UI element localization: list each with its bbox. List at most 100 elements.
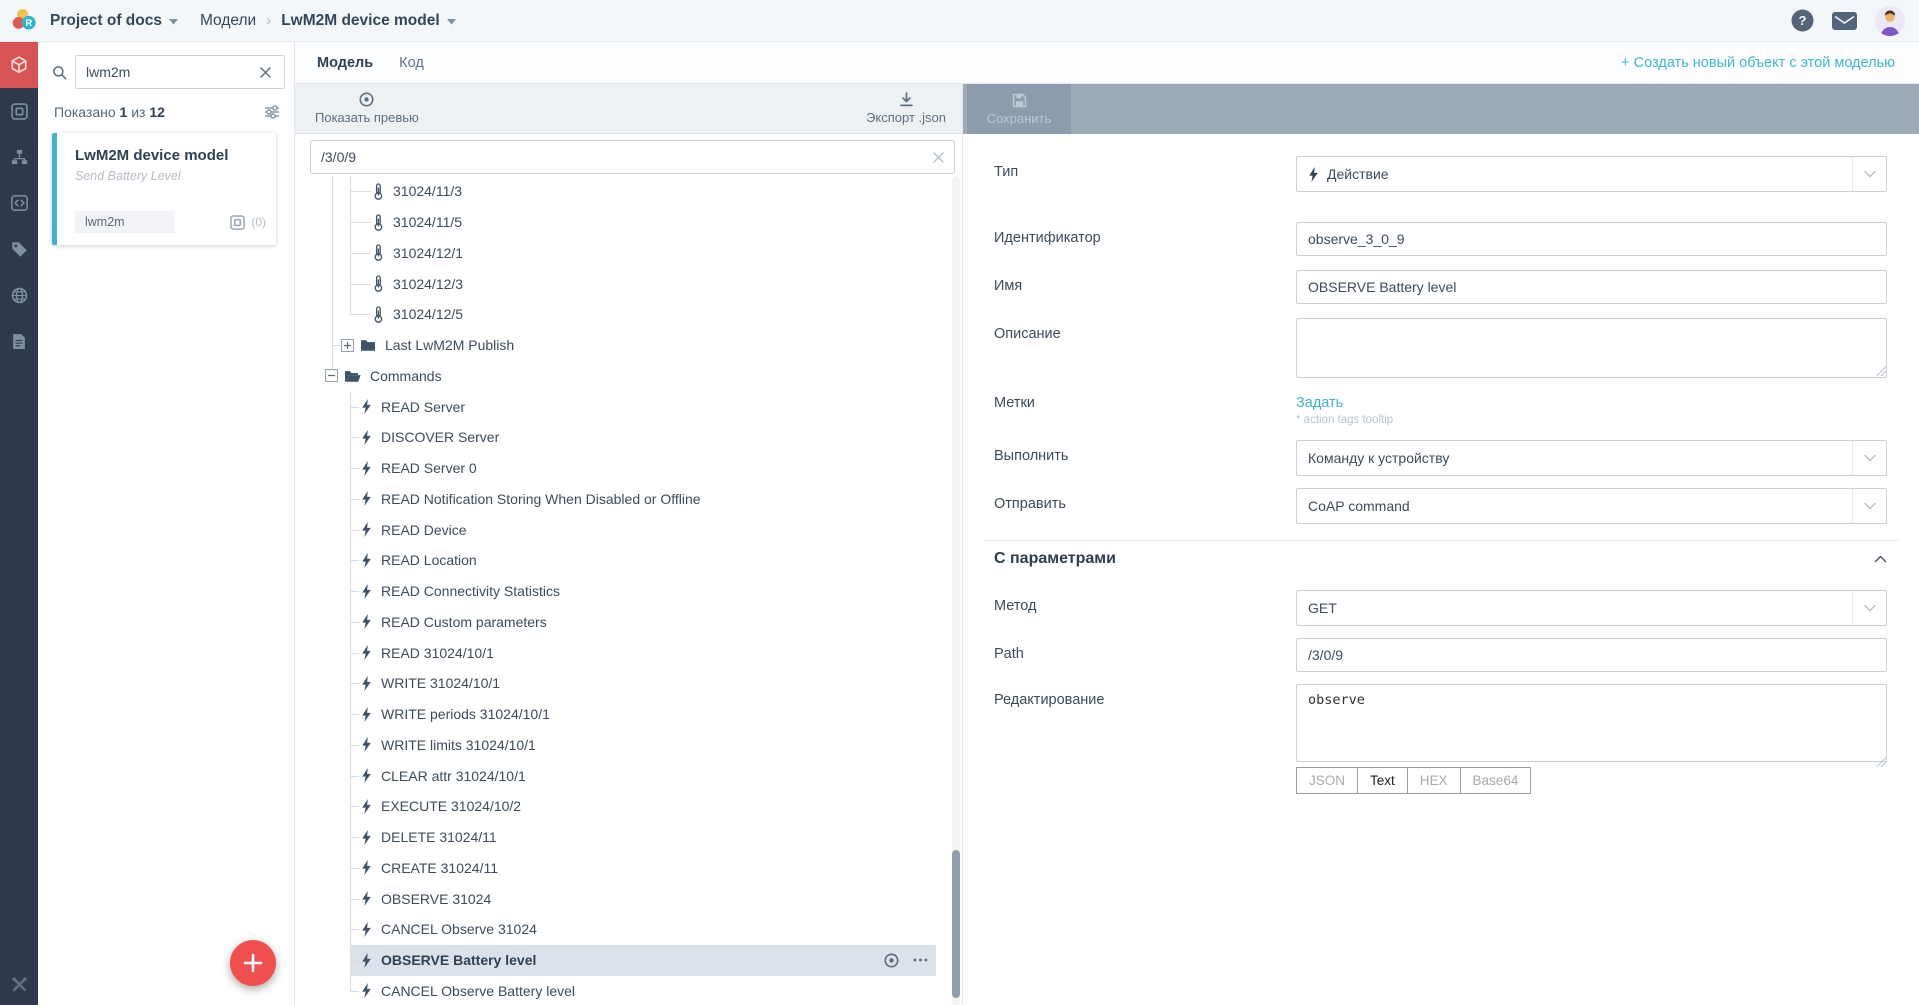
tree-item[interactable]: WRITE periods 31024/10/1: [295, 699, 936, 730]
format-tab-text[interactable]: Text: [1358, 767, 1408, 794]
chevron-down-icon: [1852, 489, 1886, 523]
bolt-icon: [1308, 167, 1319, 182]
tree-search-box: [310, 140, 955, 174]
sidebar-item-tags[interactable]: [0, 226, 38, 272]
breadcrumb-model[interactable]: LwM2M device model: [281, 12, 439, 30]
chevron-up-icon[interactable]: [1874, 555, 1887, 563]
caret-down-icon[interactable]: [169, 19, 178, 25]
sidebar-item-models[interactable]: [0, 42, 38, 88]
tree-item[interactable]: 31024/11/3: [295, 176, 936, 207]
scrollbar-track[interactable]: [952, 176, 960, 1005]
bolt-icon: [361, 645, 372, 660]
file-icon: [12, 333, 26, 350]
tree-item[interactable]: CANCEL Observe 31024: [295, 914, 936, 945]
tree-item-label: READ Device: [381, 522, 467, 538]
tree-item[interactable]: READ Custom parameters: [295, 607, 936, 638]
add-button[interactable]: [230, 940, 276, 986]
format-tab-base64[interactable]: Base64: [1461, 767, 1532, 794]
tree-item[interactable]: DISCOVER Server: [295, 422, 936, 453]
resize-handle[interactable]: [1876, 757, 1886, 767]
method-select[interactable]: GET: [1296, 590, 1887, 626]
caret-down-icon[interactable]: [447, 19, 456, 25]
sidebar-item-network[interactable]: [0, 272, 38, 318]
editing-textarea[interactable]: observe: [1296, 684, 1887, 762]
format-tab-hex[interactable]: HEX: [1408, 767, 1461, 794]
tree-item[interactable]: READ Device: [295, 514, 936, 545]
execute-select[interactable]: Команду к устройству: [1296, 440, 1887, 476]
tree-item[interactable]: 31024/12/3: [295, 268, 936, 299]
tree-search-input[interactable]: [311, 149, 933, 165]
save-icon: [1012, 93, 1027, 108]
type-select[interactable]: Действие: [1296, 156, 1887, 192]
tree-item[interactable]: CLEAR attr 31024/10/1: [295, 760, 936, 791]
tools-icon[interactable]: [11, 976, 28, 993]
tree-item[interactable]: Commands: [295, 361, 936, 392]
path-input[interactable]: [1296, 638, 1887, 672]
clear-search-icon[interactable]: [933, 152, 944, 163]
tree-item[interactable]: READ Location: [295, 545, 936, 576]
tab-model[interactable]: Модель: [317, 55, 373, 71]
models-search-input[interactable]: [76, 64, 246, 80]
send-select[interactable]: CoAP command: [1296, 488, 1887, 524]
create-object-link[interactable]: + Создать новый объект с этой моделью: [1621, 55, 1895, 71]
save-button[interactable]: Сохранить: [967, 84, 1071, 134]
sidebar-item-docs[interactable]: [0, 318, 38, 364]
tree-item[interactable]: WRITE 31024/10/1: [295, 668, 936, 699]
tree-item[interactable]: READ Connectivity Statistics: [295, 576, 936, 607]
show-preview-button[interactable]: Показать превью: [315, 92, 419, 125]
tab-code[interactable]: Код: [399, 55, 424, 71]
scrollbar-thumb[interactable]: [952, 850, 960, 998]
bolt-icon: [361, 522, 372, 537]
help-icon[interactable]: ?: [1791, 9, 1814, 32]
tree-item[interactable]: DELETE 31024/11: [295, 822, 936, 853]
model-card[interactable]: LwM2M device model Send Battery Level lw…: [52, 133, 276, 245]
filter-icon[interactable]: [264, 105, 280, 119]
ellipsis-icon: [913, 958, 928, 962]
sidebar-item-automation[interactable]: [0, 134, 38, 180]
tree-item[interactable]: WRITE limits 31024/10/1: [295, 730, 936, 761]
plus-icon: [243, 953, 263, 973]
tree-item[interactable]: OBSERVE 31024: [295, 883, 936, 914]
format-tab-json[interactable]: JSON: [1296, 767, 1358, 794]
bolt-icon: [361, 983, 372, 998]
name-input[interactable]: [1296, 270, 1887, 304]
bolt-icon: [361, 830, 372, 845]
description-textarea[interactable]: [1296, 318, 1887, 378]
folder-icon: [360, 338, 376, 352]
nav-sidebar: [0, 42, 38, 1005]
tree-item[interactable]: 31024/12/1: [295, 238, 936, 269]
tree-item[interactable]: READ Server 0: [295, 453, 936, 484]
tree-item-label: READ Location: [381, 552, 477, 568]
tree-item[interactable]: OBSERVE Battery level: [295, 945, 936, 976]
execute-label: Выполнить: [994, 440, 1296, 464]
tree-item[interactable]: Last LwM2M Publish: [295, 330, 936, 361]
tree-item[interactable]: READ 31024/10/1: [295, 637, 936, 668]
tree-item[interactable]: 31024/11/5: [295, 207, 936, 238]
tree-item[interactable]: CREATE 31024/11: [295, 853, 936, 884]
send-select-value: CoAP command: [1308, 498, 1410, 514]
sidebar-item-code[interactable]: [0, 180, 38, 226]
tree-item[interactable]: READ Server: [295, 391, 936, 422]
tree-item[interactable]: READ Notification Storing When Disabled …: [295, 484, 936, 515]
resize-handle[interactable]: [1876, 366, 1886, 376]
clear-search-icon[interactable]: [260, 67, 271, 78]
tree-item[interactable]: EXECUTE 31024/10/2: [295, 791, 936, 822]
bolt-icon: [361, 707, 372, 722]
sidebar-item-objects[interactable]: [0, 88, 38, 134]
tags-label: Метки: [994, 387, 1296, 411]
tree-item[interactable]: CANCEL Observe Battery level: [295, 976, 936, 1005]
identifier-input[interactable]: [1296, 222, 1887, 256]
bolt-icon: [361, 584, 372, 599]
tree-item-label: Last LwM2M Publish: [385, 337, 514, 353]
objects-count-icon[interactable]: [230, 215, 245, 230]
export-json-button[interactable]: Экспорт .json: [866, 92, 946, 125]
tree-item-label: WRITE limits 31024/10/1: [381, 737, 536, 753]
breadcrumb-section[interactable]: Модели: [200, 12, 256, 30]
set-tags-link[interactable]: Задать: [1296, 387, 1343, 411]
avatar[interactable]: [1875, 6, 1905, 36]
mail-icon[interactable]: [1832, 12, 1857, 30]
tree-item[interactable]: 31024/12/5: [295, 299, 936, 330]
thermometer-icon: [373, 275, 384, 292]
project-switcher[interactable]: Project of docs: [50, 12, 162, 30]
tree-item-label: READ Notification Storing When Disabled …: [381, 491, 701, 507]
